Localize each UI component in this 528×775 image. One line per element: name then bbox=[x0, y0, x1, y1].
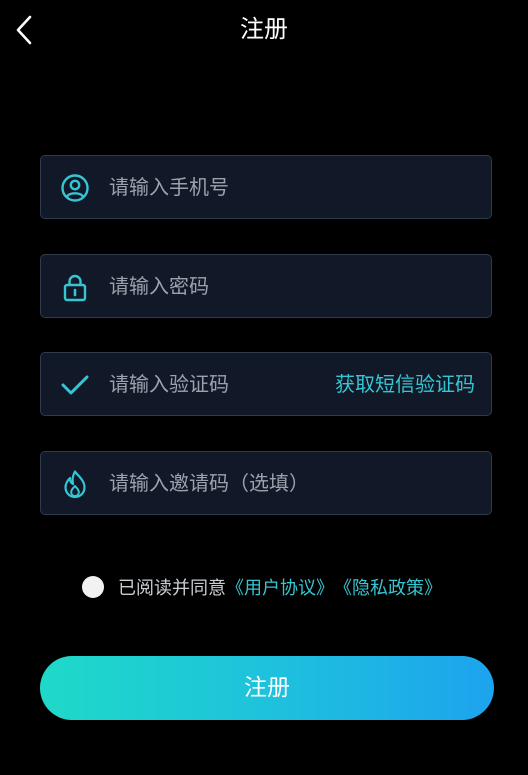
invite-code-field[interactable] bbox=[40, 451, 492, 515]
agreement-row: 已阅读并同意 《用户协议》 《隐私政策》 bbox=[82, 574, 442, 600]
user-icon bbox=[59, 172, 91, 204]
agreement-text: 已阅读并同意 bbox=[118, 578, 226, 599]
flame-icon bbox=[59, 468, 91, 500]
get-sms-code-button[interactable]: 获取短信验证码 bbox=[335, 353, 475, 415]
agreement-radio[interactable] bbox=[82, 576, 104, 598]
page-title: 注册 bbox=[240, 15, 288, 43]
password-input[interactable] bbox=[109, 255, 469, 317]
lock-icon bbox=[59, 271, 91, 303]
verification-code-input[interactable] bbox=[109, 353, 319, 415]
header-bar: 注册 bbox=[0, 0, 528, 60]
user-agreement-link[interactable]: 《用户协议》 bbox=[226, 574, 334, 600]
register-button[interactable]: 注册 bbox=[40, 656, 494, 720]
phone-input[interactable] bbox=[109, 156, 469, 218]
privacy-policy-link[interactable]: 《隐私政策》 bbox=[334, 574, 442, 600]
checkmark-icon bbox=[59, 369, 91, 401]
verification-code-field[interactable]: 获取短信验证码 bbox=[40, 352, 492, 416]
invite-code-input[interactable] bbox=[109, 452, 469, 514]
phone-field[interactable] bbox=[40, 155, 492, 219]
password-field[interactable] bbox=[40, 254, 492, 318]
